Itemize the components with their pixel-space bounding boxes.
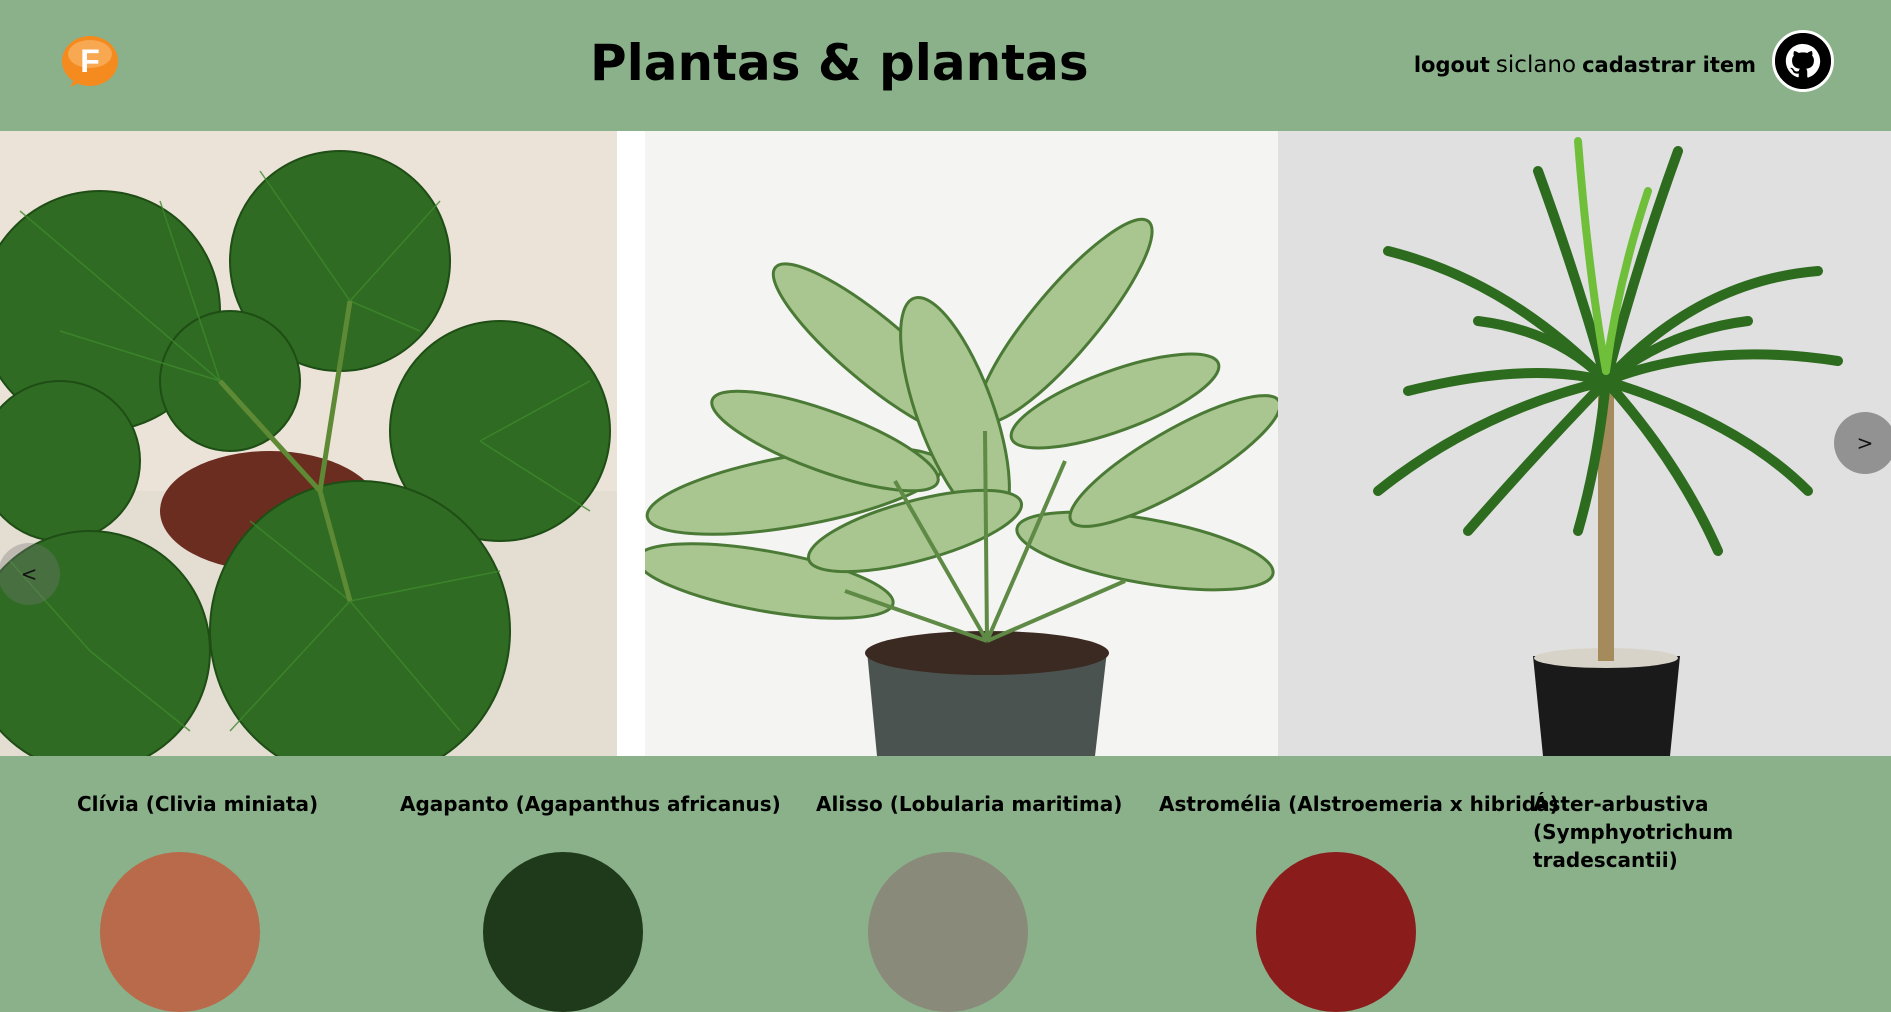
product-thumbnail[interactable] [1256,852,1416,1012]
site-header: F Plantas & plantas logout siclano cadas… [0,0,1891,131]
product-item-alisso[interactable]: Alisso (Lobularia maritima) [816,790,1122,818]
github-icon[interactable] [1772,30,1834,92]
register-item-link[interactable]: cadastrar item [1582,53,1756,77]
carousel-slide-dracaena[interactable] [1278,131,1891,756]
fan-palm-image [0,131,617,756]
product-thumbnail[interactable] [483,852,643,1012]
product-item-clivia[interactable]: Clívia (Clivia miniata) [77,790,318,818]
username-label: siclano [1495,52,1577,78]
product-item-aster-arbustiva[interactable]: Áster-arbustiva (Symphyotrichum tradesca… [1533,790,1878,874]
carousel-slide-aglaonema[interactable] [645,131,1278,756]
logout-link[interactable]: logout [1414,53,1490,77]
carousel-slide-fan-palm[interactable] [0,131,617,756]
svg-text:F: F [80,43,100,79]
aglaonema-image [645,131,1278,756]
page-title: Plantas & plantas [590,34,1089,92]
brand-logo-icon[interactable]: F [60,34,120,88]
product-thumbnail[interactable] [100,852,260,1012]
user-nav: logout siclano cadastrar item [1414,52,1756,78]
product-item-agapanto[interactable]: Agapanto (Agapanthus africanus) [400,790,781,818]
dracaena-image [1278,131,1891,756]
carousel-next-button[interactable]: > [1834,412,1891,474]
product-thumbnail[interactable] [868,852,1028,1012]
carousel-prev-button[interactable]: < [0,543,60,605]
plant-carousel: < > [0,131,1891,756]
product-item-astromelia[interactable]: Astromélia (Alstroemeria x hibrida) [1159,790,1559,818]
slide-divider [617,131,645,756]
